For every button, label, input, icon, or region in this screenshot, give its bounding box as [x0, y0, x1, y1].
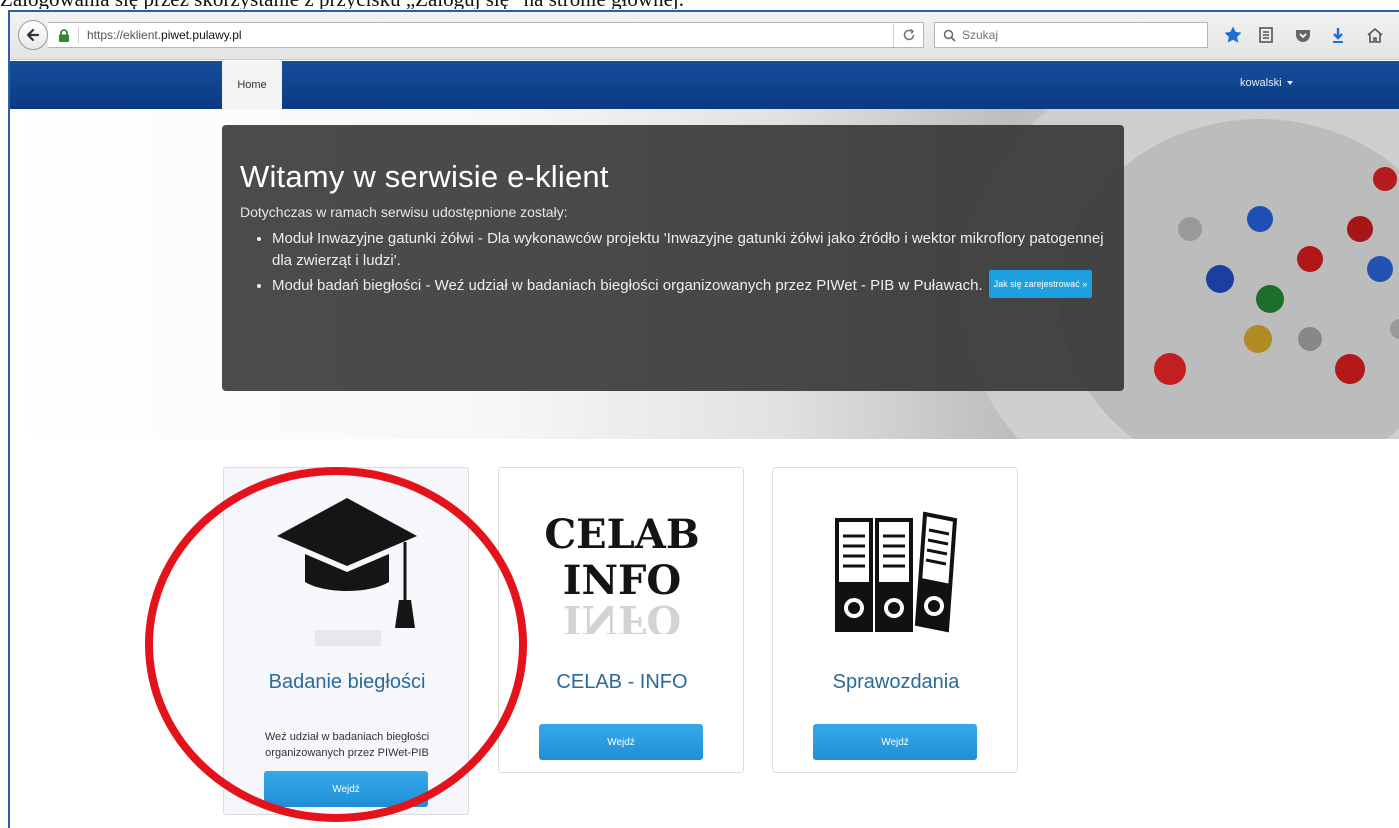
- reading-list-icon[interactable]: [1255, 24, 1277, 46]
- binders-icon: [835, 511, 958, 633]
- reload-button[interactable]: [893, 23, 923, 47]
- browser-toolbar: https://eklient.piwet.pulawy.pl: [10, 12, 1399, 60]
- caret-down-icon: [1286, 81, 1293, 86]
- logo-line: CELAB: [544, 511, 700, 558]
- nav-home-tab[interactable]: Home: [222, 61, 282, 109]
- card-celab-info: CELAB INFO INFO CELAB - INFO Wejdź: [498, 467, 744, 773]
- address-bar[interactable]: https://eklient.piwet.pulawy.pl: [48, 22, 924, 48]
- home-icon[interactable]: [1364, 24, 1386, 46]
- list-item: Moduł Inwazyjne gatunki żółwi - Dla wyko…: [272, 228, 1106, 272]
- card-image: [773, 478, 1019, 668]
- module-list: Moduł Inwazyjne gatunki żółwi - Dla wyko…: [260, 228, 1106, 300]
- card-sprawozdania: Sprawozdania Wejdź: [772, 467, 1018, 773]
- highlight-circle: [145, 467, 527, 822]
- document-caption: Zalogowania się przez skorzystanie z prz…: [0, 0, 1399, 9]
- url-separator: [78, 27, 79, 43]
- enter-button[interactable]: Wejdź: [539, 724, 703, 760]
- back-arrow-icon: [26, 28, 40, 42]
- hero-banner: Witamy w serwisie e-klient Dotychczas w …: [10, 109, 1399, 439]
- card-title: CELAB - INFO: [556, 671, 688, 693]
- back-button[interactable]: [18, 20, 48, 50]
- enter-button[interactable]: Wejdź: [813, 724, 977, 760]
- register-button[interactable]: Jak się zarejestrować »: [988, 270, 1093, 298]
- search-icon: [943, 29, 956, 42]
- welcome-title: Witamy w serwisie e-klient: [240, 159, 609, 194]
- site-navbar: Home kowalski: [10, 61, 1399, 109]
- logo-line: INFO: [562, 557, 682, 604]
- user-menu[interactable]: kowalski: [1240, 77, 1293, 89]
- lock-icon: [58, 28, 70, 42]
- list-item: Moduł badań biegłości - Weź udział w bad…: [272, 270, 1106, 300]
- pocket-icon[interactable]: [1292, 24, 1314, 46]
- search-input[interactable]: [962, 28, 1192, 42]
- reload-icon: [903, 28, 914, 41]
- search-box[interactable]: [934, 22, 1208, 48]
- download-icon[interactable]: [1327, 24, 1349, 46]
- url-text[interactable]: https://eklient.piwet.pulawy.pl: [87, 28, 242, 42]
- bookmark-star-icon[interactable]: [1222, 24, 1244, 46]
- logo-reflection: INFO: [562, 604, 682, 634]
- celab-info-logo: CELAB INFO INFO: [499, 478, 745, 668]
- card-title: Sprawozdania: [832, 671, 960, 693]
- welcome-panel: Witamy w serwisie e-klient Dotychczas w …: [222, 125, 1124, 391]
- welcome-subtitle: Dotychczas w ramach serwisu udostępnione…: [240, 204, 568, 220]
